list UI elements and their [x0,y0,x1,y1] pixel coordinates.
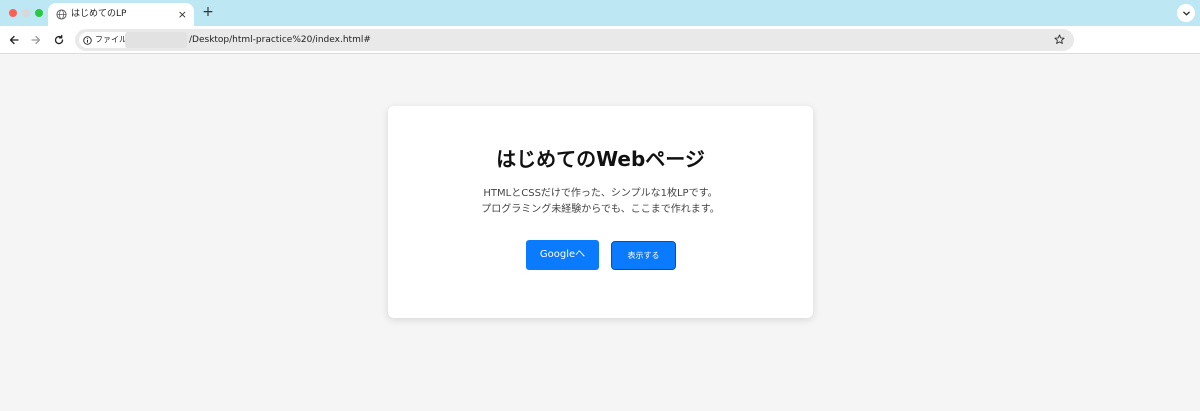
forward-button[interactable] [28,32,44,48]
description-line: HTMLとCSSだけで作った、シンプルな1枚LPです。 [483,188,718,199]
show-button[interactable]: 表示する [611,241,676,270]
url-redaction [125,32,187,48]
page-description: HTMLとCSSだけで作った、シンプルな1枚LPです。 プログラミング未経験から… [388,186,813,218]
browser-tab[interactable]: はじめてのLP × [48,3,194,26]
info-icon [83,35,92,45]
arrow-right-icon [31,35,41,45]
url-text: /Desktop/html-practice%20/index.html# [189,35,371,45]
tab-title: はじめてのLP [71,9,127,19]
google-link-button[interactable]: Googleへ [526,240,599,270]
page-title: はじめてのWebページ [496,147,705,171]
chevron-down-icon [1182,11,1190,15]
window-close-button[interactable] [9,9,17,17]
address-bar[interactable]: ファイル /Desktop/html-practice%20/index.htm… [75,29,1074,51]
globe-icon [56,9,67,20]
window-zoom-button[interactable] [35,9,43,17]
window-minimize-button[interactable] [22,9,30,17]
description-line: プログラミング未経験からでも、ここまで作れます。 [481,204,720,215]
tab-search-button[interactable] [1177,4,1195,22]
tab-close-icon[interactable]: × [178,8,187,21]
bookmark-button[interactable] [1052,32,1066,46]
tab-strip: はじめてのLP × + [0,0,1200,26]
arrow-left-icon [9,35,19,45]
new-tab-button[interactable]: + [201,4,215,20]
reload-button[interactable] [51,32,67,48]
reload-icon [54,34,64,45]
back-button[interactable] [6,32,22,48]
star-icon [1053,33,1065,44]
browser-toolbar: ファイル /Desktop/html-practice%20/index.htm… [0,26,1200,54]
site-info-label: ファイル [95,35,127,44]
hero-card: はじめてのWebページ HTMLとCSSだけで作った、シンプルな1枚LPです。 … [388,106,813,318]
